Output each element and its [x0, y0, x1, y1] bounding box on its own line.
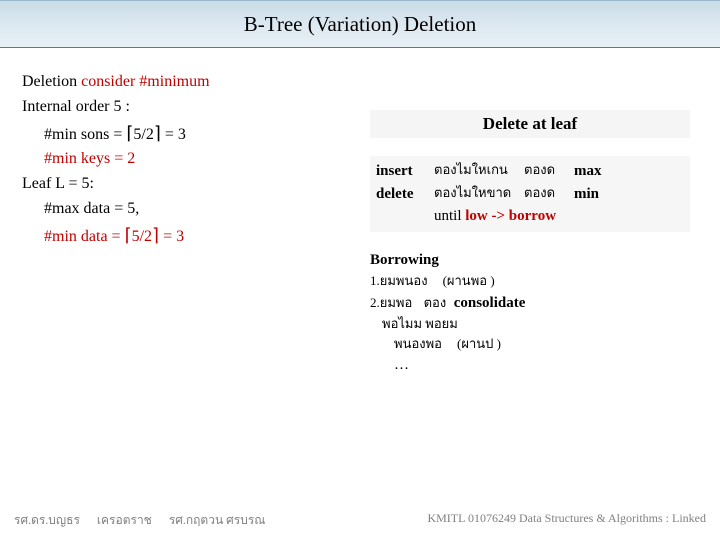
- lbl-max: max: [574, 160, 602, 183]
- footer-right: KMITL 01076249 Data Structures & Algorit…: [427, 511, 706, 530]
- txt-b4b: (ผานป ): [457, 336, 501, 351]
- lbl-min: min: [574, 183, 599, 206]
- txt-b2a: 2.ยมพอ: [370, 295, 412, 310]
- txt-deletion: Deletion: [22, 73, 81, 90]
- borrow-step1: 1.ยมพนอง (ผานพอ ): [370, 271, 690, 293]
- delete-header: Delete at leaf: [370, 110, 690, 138]
- txt-until: until: [434, 208, 465, 224]
- txt-must2: ตองด: [524, 183, 574, 206]
- rules-block: insert ตองไมใหเกน ตองด max delete ตองไมใ…: [370, 156, 690, 232]
- txt-b2b: ตอง: [424, 295, 447, 310]
- txt-eq3b: = 3: [159, 228, 184, 245]
- txt-consider-min: consider #minimum: [81, 73, 209, 90]
- line-internal-order: Internal order 5 :: [22, 95, 362, 120]
- rule-until: until low -> borrow: [434, 205, 684, 228]
- txt-five-half: 5/2: [133, 126, 153, 143]
- txt-min-sons: #min sons =: [44, 126, 126, 143]
- ceil-left-icon: ⌈: [126, 123, 133, 143]
- ceil-left-icon: ⌈: [125, 225, 132, 245]
- borrow-step4: พนองพอ (ผานป ): [394, 334, 690, 356]
- txt-must1: ตองด: [524, 160, 574, 183]
- left-column: Deletion consider #minimum Internal orde…: [22, 70, 362, 250]
- txt-not-lack: ตองไมใหขาด: [434, 183, 524, 206]
- line-max-data: #max data = 5,: [44, 197, 362, 222]
- txt-consolidate: consolidate: [454, 295, 526, 311]
- txt-min-data: #min data =: [44, 228, 125, 245]
- ceil-right-icon: ⌉: [152, 225, 159, 245]
- footer-name-2: เครอตราช: [97, 513, 152, 527]
- rule-delete: delete ตองไมใหขาด ตองด min: [376, 183, 684, 206]
- footer: รศ.ดร.บญธร เครอตราช รศ.กฤตวน ศรบรณ KMITL…: [0, 511, 720, 530]
- footer-name-3: รศ.กฤตวน ศรบรณ: [169, 513, 266, 527]
- lbl-insert: insert: [376, 160, 434, 183]
- right-column: Delete at leaf insert ตองไมใหเกน ตองด ma…: [370, 110, 690, 377]
- rule-insert: insert ตองไมใหเกน ตองด max: [376, 160, 684, 183]
- txt-at-leaf: at leaf: [532, 114, 577, 133]
- borrow-ellipsis: …: [394, 355, 690, 377]
- footer-name-1: รศ.ดร.บญธร: [14, 513, 80, 527]
- ceil-right-icon: ⌉: [154, 123, 161, 143]
- txt-delete: Delete: [483, 114, 528, 133]
- borrowing-title: Borrowing: [370, 250, 690, 272]
- footer-left: รศ.ดร.บญธร เครอตราช รศ.กฤตวน ศรบรณ: [14, 511, 279, 530]
- line-deletion: Deletion consider #minimum: [22, 70, 362, 95]
- txt-b1b: (ผานพอ ): [443, 273, 495, 288]
- txt-not-exceed: ตองไมใหเกน: [434, 160, 524, 183]
- content-area: Deletion consider #minimum Internal orde…: [0, 48, 720, 250]
- line-leaf-l: Leaf L = 5:: [22, 172, 362, 197]
- borrow-step3: พอไมม พอยม: [382, 315, 690, 334]
- txt-b1a: 1.ยมพนอง: [370, 273, 428, 288]
- txt-eq3: = 3: [161, 126, 186, 143]
- txt-b4a: พนองพอ: [394, 336, 442, 351]
- txt-five-half-2: 5/2: [132, 228, 152, 245]
- line-min-keys: #min keys = 2: [44, 147, 362, 172]
- lbl-delete: delete: [376, 183, 434, 206]
- txt-low-borrow: low -> borrow: [465, 208, 556, 224]
- borrow-step2: 2.ยมพอ ตอง consolidate: [370, 293, 690, 315]
- borrowing-block: Borrowing 1.ยมพนอง (ผานพอ ) 2.ยมพอ ตอง c…: [370, 250, 690, 378]
- title-bar: B-Tree (Variation) Deletion: [0, 0, 720, 48]
- line-min-data: #min data = ⌈5/2⌉ = 3: [44, 222, 362, 250]
- slide-title: B-Tree (Variation) Deletion: [244, 12, 477, 37]
- line-min-sons: #min sons = ⌈5/2⌉ = 3: [44, 120, 362, 148]
